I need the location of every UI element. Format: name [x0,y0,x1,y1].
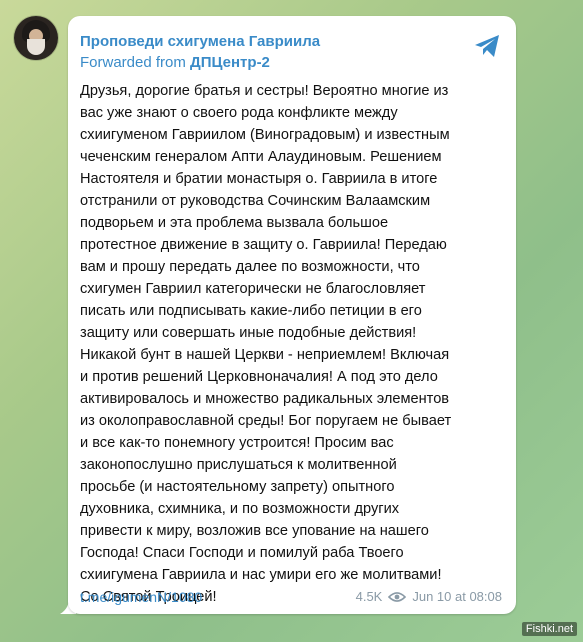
message-line: Господа! Спаси Господи и помилуй раба Тв… [80,545,404,561]
watermark: Fishki.net [521,622,577,636]
message-card: Проповеди схигумена Гавриила Forwarded f… [68,16,516,614]
telegram-share-icon[interactable] [472,31,502,61]
message-line: и против решений Церковноначалия! А под … [80,369,438,385]
message-date: Jun 10 at 08:08 [412,589,502,604]
channel-name[interactable]: Проповеди схигумена Гавриила [80,33,320,50]
message-text: Друзья, дорогие братья и сестры! Вероятн… [80,80,510,608]
forwarded-line: Forwarded from ДПЦентр-2 [80,54,270,71]
message-line: вам и прошу передать далее по возможност… [80,259,420,275]
eye-icon [388,591,407,602]
message-line: просьбе (и настоятельному запрету) опытн… [80,479,395,495]
message-line: писать или подписывать какие-либо петици… [80,303,422,319]
message-line: из околоправославной среды! Бог поругаем… [80,413,452,429]
message-line: вас уже знают о своего рода конфликте ме… [80,105,398,121]
message-line: законопослушно прислушаться к молитвенно… [80,457,397,473]
message-meta: 4.5K Jun 10 at 08:08 [356,589,502,604]
channel-avatar[interactable] [14,16,58,60]
message-line: схиигумена Гавриила и нас умири его же м… [80,567,442,583]
message-line: и все как-то понемногу устроится! Просим… [80,435,394,451]
message-line: Настоятеля и братии монастыря о. Гавриил… [80,171,438,187]
message-line: схиигуменом Гавриилом (Виноградовым) и и… [80,127,450,143]
message-line: подворьем и эта проблема вызвала большое [80,215,389,231]
message-line: отстранили от руководства Сочинским Вала… [80,193,431,209]
message-line: Никакой бунт в нашей Церкви - неприемлем… [80,347,450,363]
message-line: защиту или совершать иные подобные дейст… [80,325,417,341]
message-line: схигумен Гавриил категорически не благос… [80,281,426,297]
message-line: привести к миру, возложив все упование н… [80,523,429,539]
message-line: активировалось и множество радикальных э… [80,391,450,407]
message-line: протестное движение в защиту о. Гавриила… [80,237,447,253]
post-link[interactable]: t.me/igumenN/1080 [80,589,202,605]
view-count: 4.5K [355,589,383,604]
message-line: духовника, схимника, и по возможности др… [80,501,400,517]
forwarded-prefix: Forwarded from [80,54,191,71]
message-line: чеченским генералом Апти Алаудиновым. Ре… [80,149,442,165]
forwarded-source[interactable]: ДПЦентр-2 [190,54,270,71]
message-line: Друзья, дорогие братья и сестры! Вероятн… [80,83,449,99]
